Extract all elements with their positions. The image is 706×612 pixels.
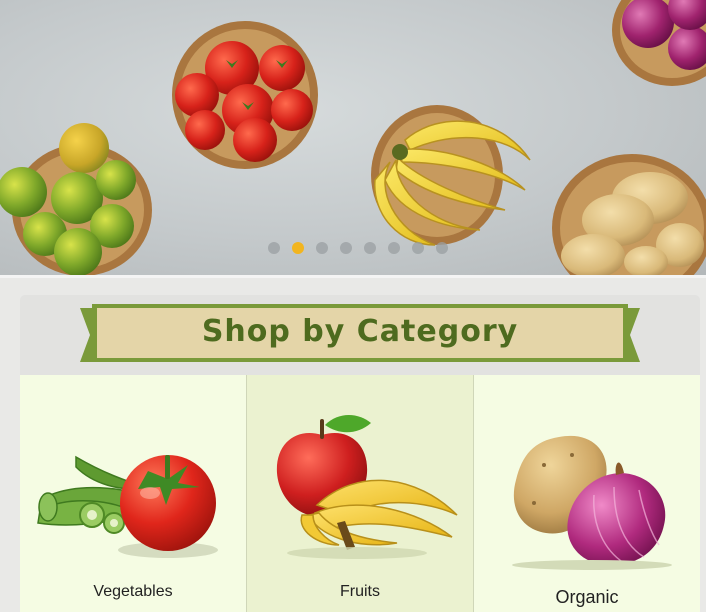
carousel-dot[interactable] — [436, 242, 448, 254]
section-ribbon: Shop by Category — [80, 302, 640, 366]
organic-icon — [512, 435, 672, 570]
citrus-basket — [0, 123, 152, 275]
carousel-dot[interactable] — [316, 242, 328, 254]
onion-basket — [612, 0, 706, 86]
potato-basket — [552, 154, 706, 275]
carousel-dot[interactable] — [268, 242, 280, 254]
banner-divider — [0, 275, 706, 278]
fruits-icon — [276, 415, 458, 559]
vegetables-icon — [37, 455, 218, 558]
category-vegetables[interactable]: Vegetables — [20, 375, 247, 612]
carousel-dot[interactable] — [292, 242, 304, 254]
carousel-dots — [268, 242, 448, 254]
tomato-basket — [172, 21, 318, 169]
carousel-dot[interactable] — [364, 242, 376, 254]
category-fruits[interactable]: Fruits — [247, 375, 474, 612]
category-label: Vegetables — [93, 583, 173, 600]
banana-basket — [371, 105, 531, 246]
category-organic[interactable]: Organic — [474, 375, 700, 612]
banner-image — [0, 0, 706, 275]
category-grid: Vegetables Fruits Organic — [20, 375, 700, 612]
carousel-dot[interactable] — [412, 242, 424, 254]
hero-banner[interactable] — [0, 0, 706, 275]
category-label: Fruits — [340, 583, 380, 600]
section-title: Shop by Category — [201, 314, 519, 349]
carousel-dot[interactable] — [388, 242, 400, 254]
carousel-dot[interactable] — [340, 242, 352, 254]
category-label: Organic — [555, 587, 619, 607]
